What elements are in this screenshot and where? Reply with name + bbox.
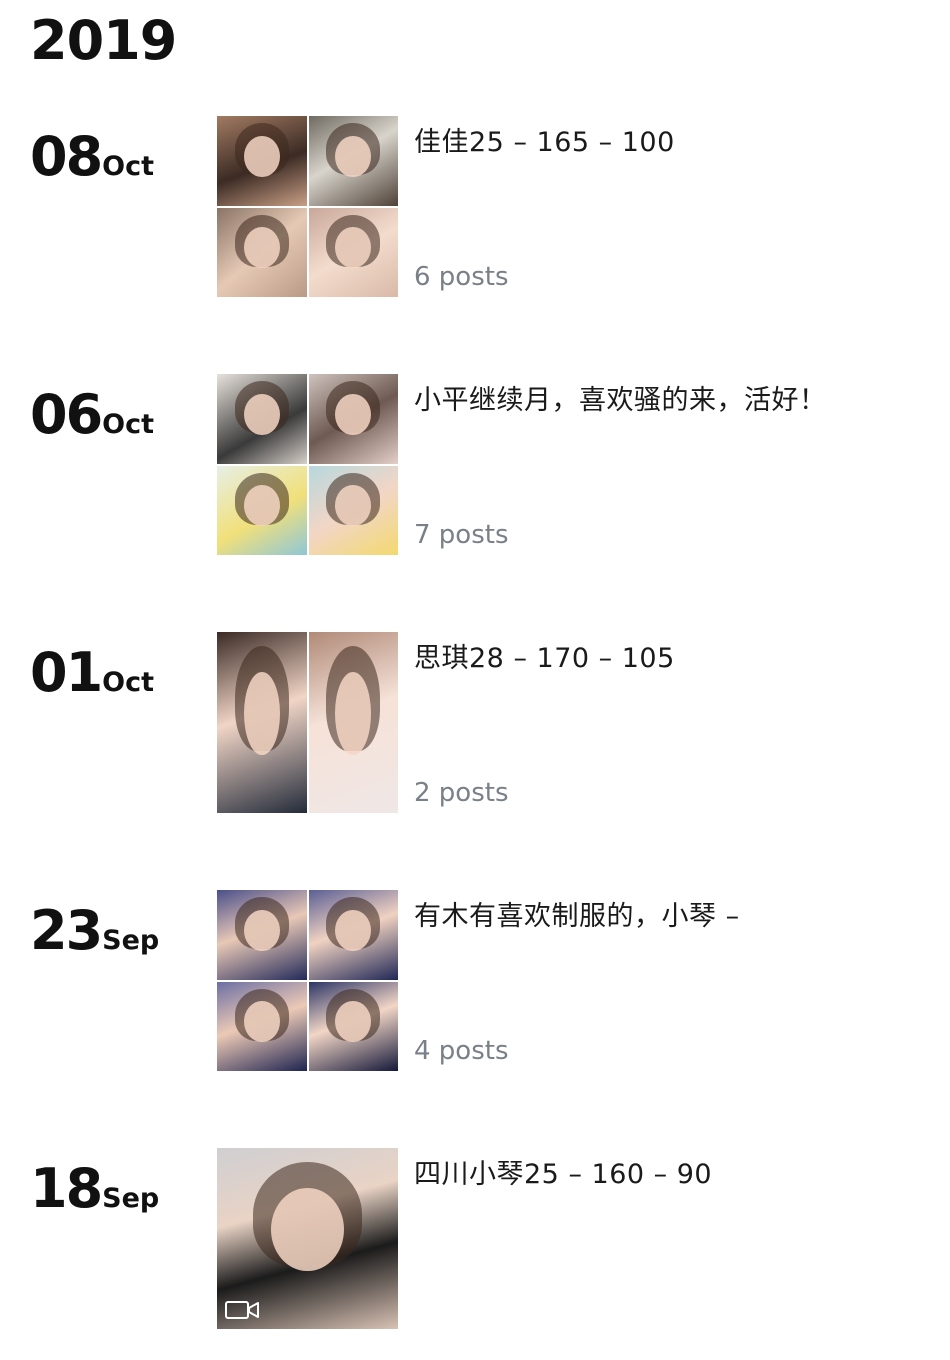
- photo-face-shape: [335, 909, 372, 951]
- photo-thumbnail[interactable]: [217, 374, 307, 464]
- entry-date: 23Sep: [30, 904, 159, 958]
- year-heading: 2019: [30, 9, 177, 72]
- entry-month: Sep: [102, 1183, 160, 1214]
- photo-face-shape: [243, 227, 280, 269]
- timeline-entry[interactable]: 23Sep 有木有喜欢制服的，小琴 – 4 posts: [0, 890, 950, 1072]
- photo-face-shape: [335, 135, 372, 177]
- photo-thumbnail[interactable]: [308, 890, 398, 980]
- timeline-entry[interactable]: 08Oct 佳佳25 – 165 – 100 6 posts: [0, 116, 950, 298]
- entry-month: Oct: [102, 409, 155, 440]
- entry-month: Oct: [102, 667, 155, 698]
- entry-date: 18Sep: [30, 1162, 159, 1216]
- photo-thumbnail[interactable]: [308, 374, 398, 464]
- photo-face-shape: [335, 671, 372, 756]
- album-timeline: { "year": "2019", "entries": [ { "day": …: [0, 0, 950, 1360]
- entry-day: 18: [30, 1157, 103, 1220]
- timeline-entry[interactable]: 18Sep 四川小琴25 – 160 – 90: [0, 1148, 950, 1330]
- photo-face-shape: [243, 135, 280, 177]
- entry-day: 06: [30, 383, 103, 446]
- entry-date: 08Oct: [30, 130, 154, 184]
- photo-face-shape: [243, 1001, 280, 1043]
- photo-thumbnail[interactable]: [217, 981, 307, 1071]
- timeline-entry[interactable]: 01Oct 思琪28 – 170 – 105 2 posts: [0, 632, 950, 814]
- entry-month: Sep: [102, 925, 160, 956]
- video-camera-icon: [225, 1301, 259, 1319]
- photo-face-shape: [243, 909, 280, 951]
- photo-thumbnail[interactable]: [217, 465, 307, 555]
- post-count: 2 posts: [414, 778, 509, 808]
- photo-thumbnail[interactable]: [308, 632, 398, 813]
- photo-grid[interactable]: [217, 890, 398, 1071]
- photo-thumbnail[interactable]: [217, 632, 307, 813]
- post-count: 6 posts: [414, 262, 509, 292]
- entry-day: 23: [30, 899, 103, 962]
- photo-face-shape: [243, 671, 280, 756]
- photo-thumbnail[interactable]: [217, 207, 307, 297]
- photo-grid[interactable]: [217, 116, 398, 297]
- entry-caption[interactable]: 有木有喜欢制服的，小琴 –: [414, 894, 740, 933]
- photo-face-shape: [243, 485, 280, 527]
- photo-thumbnail[interactable]: [308, 116, 398, 206]
- photo-thumbnail[interactable]: [308, 981, 398, 1071]
- photo-grid[interactable]: [217, 374, 398, 555]
- photo-face-shape: [271, 1187, 344, 1272]
- entry-month: Oct: [102, 151, 155, 182]
- post-count: 4 posts: [414, 1036, 509, 1066]
- post-count: 7 posts: [414, 520, 509, 550]
- photo-thumbnail[interactable]: [217, 890, 307, 980]
- photo-grid[interactable]: [217, 632, 398, 813]
- timeline-entry[interactable]: 06Oct 小平继续月，喜欢骚的来，活好！ 7 posts: [0, 374, 950, 556]
- entry-caption[interactable]: 四川小琴25 – 160 – 90: [414, 1152, 712, 1191]
- entry-caption[interactable]: 佳佳25 – 165 – 100: [414, 120, 675, 159]
- photo-face-shape: [243, 393, 280, 435]
- entry-day: 08: [30, 125, 103, 188]
- entry-day: 01: [30, 641, 103, 704]
- entry-caption[interactable]: 小平继续月，喜欢骚的来，活好！: [414, 378, 827, 417]
- entry-date: 06Oct: [30, 388, 154, 442]
- entry-date: 01Oct: [30, 646, 154, 700]
- photo-grid[interactable]: [217, 1148, 398, 1329]
- video-thumbnail[interactable]: [217, 1148, 398, 1329]
- photo-thumbnail[interactable]: [308, 207, 398, 297]
- photo-face-shape: [335, 393, 372, 435]
- photo-thumbnail[interactable]: [217, 116, 307, 206]
- entry-caption[interactable]: 思琪28 – 170 – 105: [414, 636, 675, 675]
- photo-thumbnail[interactable]: [308, 465, 398, 555]
